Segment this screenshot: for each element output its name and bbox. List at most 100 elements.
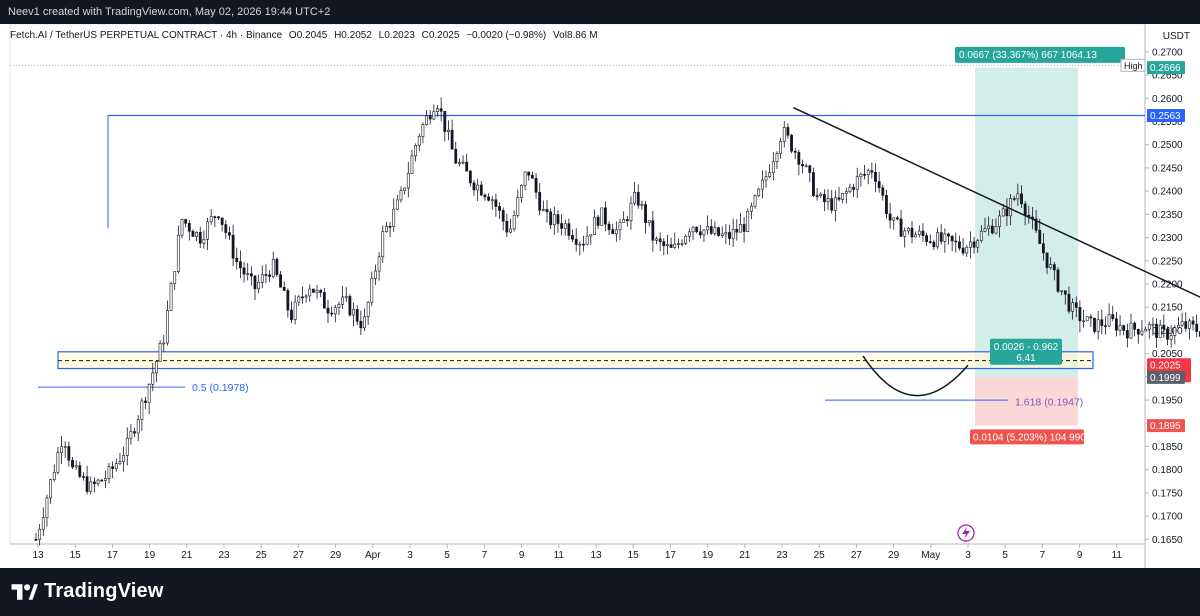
candle-body bbox=[111, 466, 115, 469]
candle-body bbox=[859, 173, 863, 178]
candle-body bbox=[680, 243, 684, 245]
candle-body bbox=[629, 202, 633, 222]
candle-body bbox=[1089, 316, 1093, 319]
candle-body bbox=[366, 302, 370, 318]
candle-body bbox=[863, 173, 866, 176]
candle-body bbox=[166, 310, 169, 344]
candle-body bbox=[60, 446, 63, 454]
candle-body bbox=[899, 218, 903, 237]
candle-body bbox=[841, 193, 845, 200]
candle-body bbox=[443, 110, 447, 132]
candle-body bbox=[527, 171, 531, 176]
candle-body bbox=[297, 296, 301, 303]
candle-body bbox=[596, 216, 600, 226]
candle-body bbox=[1078, 307, 1082, 322]
tradingview-logo[interactable]: TradingView bbox=[10, 580, 164, 603]
candle-body bbox=[640, 204, 644, 206]
candle-body bbox=[293, 301, 297, 320]
candle-body bbox=[355, 309, 359, 322]
candle-body bbox=[140, 400, 144, 421]
currency-label[interactable]: USDT bbox=[1163, 31, 1190, 42]
candle-body bbox=[567, 223, 571, 236]
candle-body bbox=[1122, 325, 1126, 331]
x-tick-label: May bbox=[921, 550, 940, 561]
candle-body bbox=[1016, 193, 1020, 200]
candle-body bbox=[797, 152, 801, 165]
attribution-bar: Neev1 created with TradingView.com, May … bbox=[0, 0, 1200, 24]
candle-body bbox=[921, 230, 925, 236]
candle-body bbox=[687, 231, 691, 237]
candle-body bbox=[1071, 302, 1075, 312]
candle-body bbox=[793, 150, 797, 153]
candle-body bbox=[330, 312, 334, 315]
candle-body bbox=[808, 165, 812, 173]
candle-body bbox=[782, 127, 786, 142]
candle-body bbox=[764, 176, 768, 181]
candle-body bbox=[724, 232, 728, 235]
candle-body bbox=[906, 227, 910, 232]
candle-body bbox=[830, 198, 834, 211]
candle-body bbox=[530, 174, 534, 179]
candle-body bbox=[74, 465, 78, 468]
candle-body bbox=[1140, 330, 1144, 335]
candle-body bbox=[38, 528, 42, 540]
candle-body bbox=[494, 199, 498, 207]
candle-body bbox=[607, 223, 611, 230]
risk-reward-text: 0.0026 - 0.962 bbox=[994, 342, 1059, 353]
candle-body bbox=[125, 437, 129, 456]
candle-body bbox=[213, 216, 217, 218]
x-tick-label: 21 bbox=[739, 550, 751, 561]
price-tag-stop-text: 0.1895 bbox=[1150, 421, 1181, 432]
chart-area[interactable]: 0.16500.17000.17500.18000.18500.19000.19… bbox=[0, 23, 1200, 568]
candle-body bbox=[311, 288, 315, 293]
candle-body bbox=[790, 134, 793, 152]
x-tick-label: 29 bbox=[330, 550, 342, 561]
candle-body bbox=[728, 232, 731, 239]
candle-body bbox=[1191, 320, 1195, 325]
candle-body bbox=[425, 115, 428, 126]
candle-body bbox=[837, 197, 841, 200]
y-tick-label: 0.2600 bbox=[1152, 94, 1183, 105]
x-tick-label: 11 bbox=[554, 550, 565, 561]
candle-body bbox=[224, 224, 228, 233]
candle-body bbox=[202, 238, 206, 244]
candle-body bbox=[1067, 293, 1071, 312]
y-tick-label: 0.2350 bbox=[1152, 210, 1183, 221]
candle-body bbox=[107, 466, 111, 479]
price-tag-resistance-text: 0.2563 bbox=[1150, 111, 1181, 122]
price-chart[interactable]: 0.16500.17000.17500.18000.18500.19000.19… bbox=[0, 23, 1200, 568]
x-tick-label: 17 bbox=[665, 550, 677, 561]
candle-body bbox=[271, 258, 275, 277]
candle-body bbox=[162, 342, 166, 345]
candle-body bbox=[709, 226, 713, 234]
brand-name: TradingView bbox=[44, 580, 164, 602]
candle-body bbox=[994, 226, 998, 234]
candle-body bbox=[1111, 314, 1115, 320]
candle-body bbox=[450, 129, 454, 150]
candle-body bbox=[1173, 327, 1177, 336]
candle-body bbox=[428, 115, 432, 120]
symbol-legend: Fetch.AI / TetherUS PERPETUAL CONTRACT ·… bbox=[10, 30, 602, 41]
y-tick-label: 0.2250 bbox=[1152, 256, 1183, 267]
candle-body bbox=[1038, 229, 1042, 245]
candle-body bbox=[698, 231, 702, 236]
candle-body bbox=[1155, 323, 1158, 338]
candle-body bbox=[622, 219, 626, 223]
candle-body bbox=[1158, 324, 1162, 338]
attribution-text: Neev1 created with TradingView.com, May … bbox=[8, 6, 331, 18]
candle-body bbox=[888, 213, 892, 221]
y-tick-label: 0.1850 bbox=[1152, 442, 1183, 453]
candle-body bbox=[746, 211, 750, 232]
candle-body bbox=[669, 244, 673, 248]
candle-body bbox=[67, 446, 71, 461]
candle-body bbox=[1180, 321, 1184, 326]
candle-body bbox=[578, 243, 582, 246]
candle-body bbox=[206, 221, 209, 240]
candle-body bbox=[603, 207, 607, 225]
candle-body bbox=[1096, 319, 1100, 332]
y-tick-label: 0.1950 bbox=[1152, 396, 1183, 407]
candle-body bbox=[264, 274, 268, 276]
candle-body bbox=[392, 208, 396, 227]
x-tick-label: 7 bbox=[482, 550, 488, 561]
candle-body bbox=[509, 228, 512, 233]
